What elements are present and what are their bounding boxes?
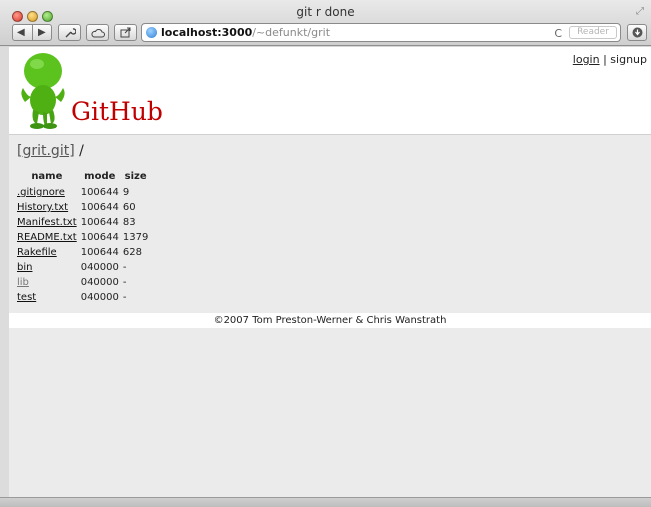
browser-toolbar: git r done ⤢ ◀ ▶ localhost:3000/~defunkt…	[0, 0, 651, 46]
table-row: Rakefile 100644 628	[15, 245, 150, 260]
address-bar[interactable]: localhost:3000/~defunkt/grit C Reader	[141, 23, 621, 42]
back-button[interactable]: ◀	[17, 25, 25, 40]
column-header-size: size	[124, 171, 147, 182]
url-path: /~defunkt/grit	[252, 26, 331, 39]
file-link[interactable]: Manifest.txt	[17, 217, 77, 228]
column-header-mode: mode	[84, 171, 116, 182]
page-footer: ©2007 Tom Preston-Werner & Chris Wanstra…	[9, 313, 651, 328]
url-host: localhost:3000	[161, 26, 253, 39]
folder-link[interactable]: bin	[17, 262, 32, 273]
table-row: README.txt 100644 1379	[15, 230, 150, 245]
file-mode: 100644	[80, 247, 119, 258]
signup-link[interactable]: signup	[610, 53, 647, 66]
table-row: .gitignore 100644 9	[15, 185, 150, 200]
site-header: GitHub login | signup	[9, 47, 651, 135]
wrench-icon[interactable]	[58, 24, 81, 41]
breadcrumb-repo-link[interactable]: [grit.git]	[17, 143, 75, 159]
file-mode: 100644	[80, 202, 119, 213]
back-forward-buttons: ◀ ▶	[12, 24, 52, 41]
file-size: -	[122, 262, 127, 273]
share-icon[interactable]	[114, 24, 137, 41]
browser-window: git r done ⤢ ◀ ▶ localhost:3000/~defunkt…	[0, 0, 651, 507]
breadcrumb: [grit.git] /	[17, 143, 84, 159]
file-mode: 100644	[80, 187, 119, 198]
table-row: History.txt 100644 60	[15, 200, 150, 215]
octocat-mascot-icon	[21, 53, 65, 129]
user-links: login | signup	[573, 53, 647, 66]
file-size: 1379	[122, 232, 149, 243]
login-link[interactable]: login	[573, 53, 600, 66]
github-logo-text: GitHub	[71, 97, 163, 126]
user-links-separator: |	[603, 53, 607, 66]
reader-button[interactable]: Reader	[569, 26, 617, 39]
file-link[interactable]: History.txt	[17, 202, 68, 213]
file-mode: 040000	[80, 292, 119, 303]
file-size: 9	[122, 187, 130, 198]
file-size: 83	[122, 217, 136, 228]
file-link[interactable]: .gitignore	[17, 187, 65, 198]
table-row: test 040000 -	[15, 290, 150, 305]
file-link[interactable]: Rakefile	[17, 247, 57, 258]
fullscreen-icon[interactable]: ⤢	[636, 6, 644, 17]
file-tree-table: name mode size .gitignore 100644 9 Histo…	[15, 171, 150, 305]
download-icon[interactable]	[627, 24, 647, 41]
web-page: GitHub login | signup [grit.git] / name …	[9, 47, 651, 497]
cloud-icon[interactable]	[86, 24, 109, 41]
globe-icon	[146, 27, 157, 38]
sidebar-gutter	[0, 47, 9, 497]
table-row: bin 040000 -	[15, 260, 150, 275]
file-size: -	[122, 292, 127, 303]
forward-button[interactable]: ▶	[38, 25, 46, 40]
table-row: Manifest.txt 100644 83	[15, 215, 150, 230]
folder-link[interactable]: lib	[17, 277, 29, 288]
folder-link[interactable]: test	[17, 292, 36, 303]
file-link[interactable]: README.txt	[17, 232, 77, 243]
status-bar	[0, 497, 651, 507]
file-size: 60	[122, 202, 136, 213]
column-header-name: name	[31, 171, 63, 182]
window-title: git r done	[296, 5, 355, 19]
file-mode: 040000	[80, 262, 119, 273]
file-mode: 100644	[80, 217, 119, 228]
file-mode: 100644	[80, 232, 119, 243]
nav-divider	[32, 25, 33, 40]
table-header-row: name mode size	[15, 171, 150, 185]
breadcrumb-path: /	[79, 143, 84, 159]
file-mode: 040000	[80, 277, 119, 288]
reload-icon[interactable]: C	[554, 25, 562, 42]
file-size: 628	[122, 247, 142, 258]
file-size: -	[122, 277, 127, 288]
table-row: lib 040000 -	[15, 275, 150, 290]
